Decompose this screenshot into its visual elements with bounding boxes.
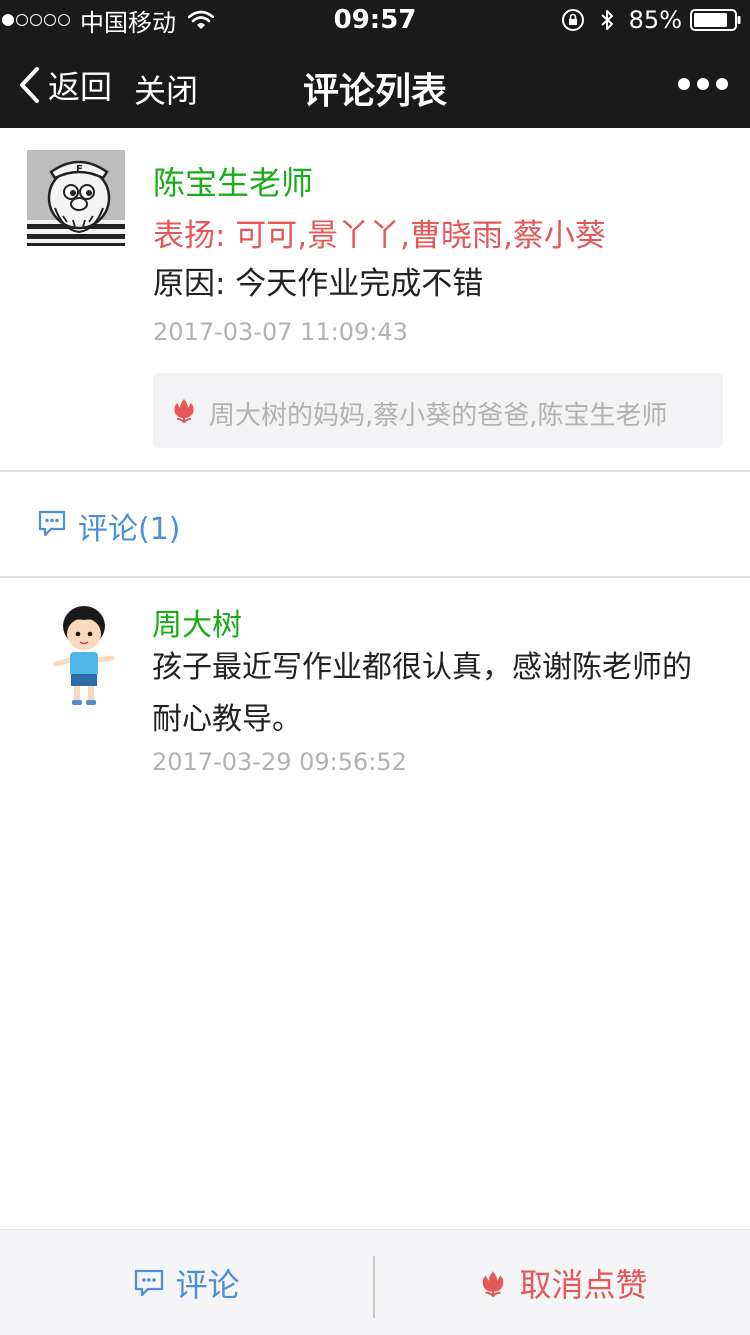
comments-header: 评论(1) <box>0 472 750 576</box>
page-title: 评论列表 <box>302 71 447 112</box>
likes-names: 周大树的妈妈,蔡小葵的爸爸,陈宝生老师 <box>209 401 668 431</box>
status-bar: 中国移动 09:57 85% <box>0 0 750 40</box>
parent-avatar[interactable] <box>52 600 116 708</box>
bluetooth-icon <box>600 10 613 30</box>
bottom-action-bar: 评论 取消点赞 <box>0 1229 750 1335</box>
more-dot-icon <box>716 78 728 90</box>
comments-count-label: 评论(1) <box>78 512 181 547</box>
flower-icon <box>174 399 194 424</box>
status-right: 85% <box>561 6 742 34</box>
comment-text: 孩子最近写作业都很认真，感谢陈老师的耐心教导。 <box>152 650 692 737</box>
battery-icon <box>690 9 741 31</box>
close-button[interactable]: 关闭 <box>134 66 198 112</box>
more-options-button[interactable] <box>678 74 728 94</box>
teacher-avatar[interactable]: F <box>27 150 125 246</box>
praise-reason: 原因: 今天作业完成不错 <box>153 266 484 302</box>
nav-bar: 返回 关闭 评论列表 <box>0 40 750 128</box>
rotation-lock-icon <box>561 9 584 31</box>
comment-timestamp: 2017-03-29 09:56:52 <box>152 748 407 776</box>
divider <box>0 576 750 578</box>
battery-percent: 85% <box>628 6 682 34</box>
comment-bubble-icon <box>135 1269 164 1296</box>
praise-students: 表扬: 可可,景丫丫,曹晓雨,蔡小葵 <box>153 218 606 254</box>
more-dot-icon <box>697 78 709 90</box>
commenter-name[interactable]: 周大树 <box>152 600 242 644</box>
praise-post: F 陈宝生老师 表扬: 可可,景丫丫,曹晓雨,蔡小葵 原因: 今天作业完成不错 … <box>0 128 750 470</box>
unlike-button-label: 取消点赞 <box>519 1265 648 1304</box>
comment-button-label: 评论 <box>175 1265 240 1304</box>
svg-text:F: F <box>76 164 83 175</box>
back-button[interactable]: 返回 <box>18 62 112 108</box>
chevron-left-icon <box>20 67 39 103</box>
unlike-button[interactable]: 取消点赞 <box>375 1230 750 1335</box>
more-dot-icon <box>678 78 690 90</box>
post-timestamp: 2017-03-07 11:09:43 <box>153 318 408 346</box>
comment-bubble-icon <box>38 510 66 537</box>
comment-item: 周大树 孩子最近写作业都很认真，感谢陈老师的耐心教导。 2017-03-29 0… <box>0 580 750 790</box>
likes-bar[interactable]: 周大树的妈妈,蔡小葵的爸爸,陈宝生老师 <box>153 373 723 448</box>
flower-icon <box>483 1270 504 1297</box>
teacher-name[interactable]: 陈宝生老师 <box>153 158 313 204</box>
back-label: 返回 <box>48 68 113 106</box>
comment-button[interactable]: 评论 <box>0 1230 373 1335</box>
